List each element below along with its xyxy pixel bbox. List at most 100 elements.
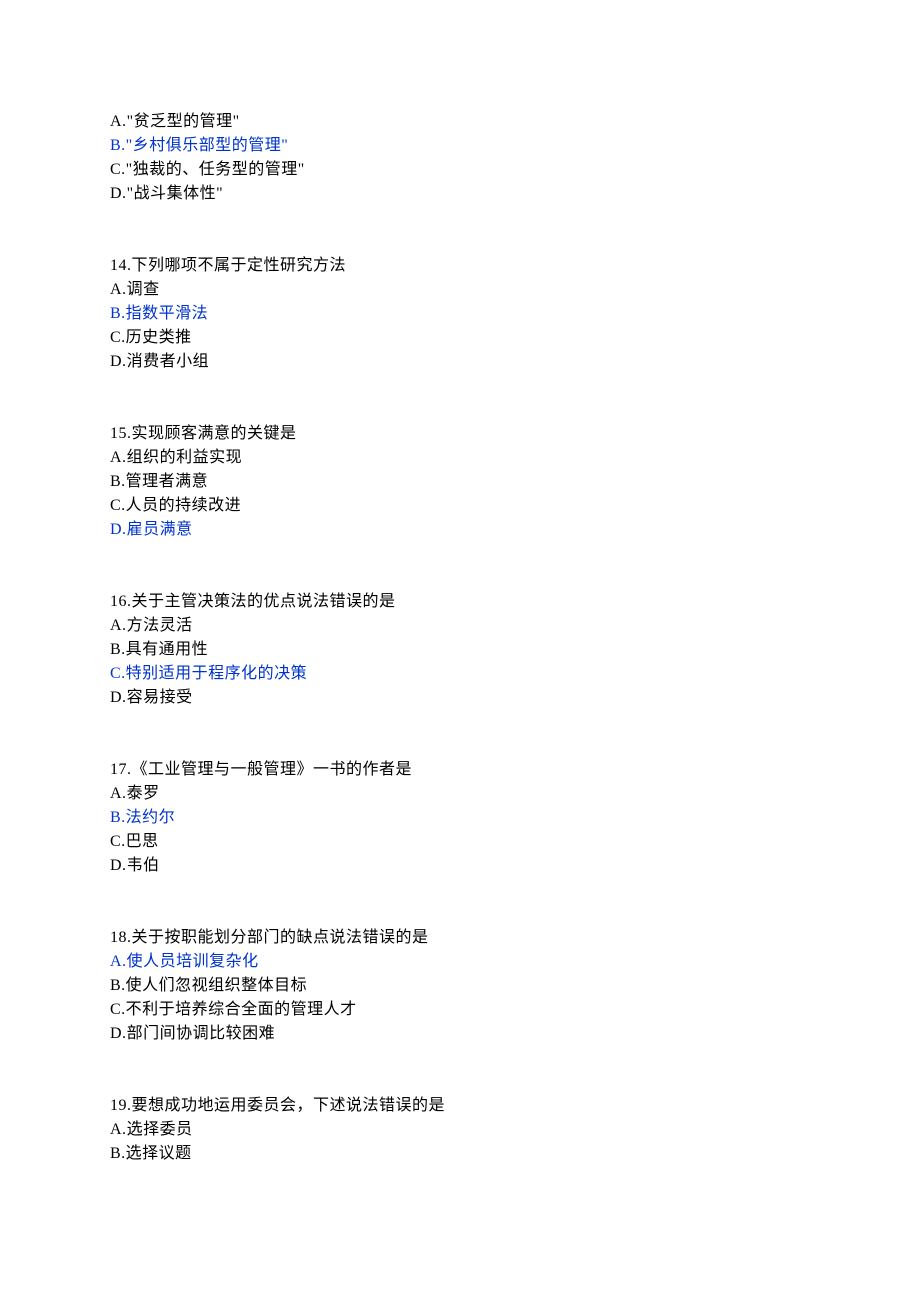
question-text: 要想成功地运用委员会，下述说法错误的是 bbox=[132, 1097, 446, 1114]
option-label: B. bbox=[110, 641, 126, 658]
question-number: 15. bbox=[110, 425, 132, 442]
option-text: 人员的持续改进 bbox=[126, 497, 242, 514]
question-19: 19.要想成功地运用委员会，下述说法错误的是 A.选择委员 B.选择议题 bbox=[110, 1094, 810, 1166]
option-label: C. bbox=[110, 161, 126, 178]
option-d: D.韦伯 bbox=[110, 854, 810, 878]
option-text: 组织的利益实现 bbox=[127, 449, 243, 466]
question-stem: 19.要想成功地运用委员会，下述说法错误的是 bbox=[110, 1094, 810, 1118]
option-c: C.人员的持续改进 bbox=[110, 494, 810, 518]
question-16: 16.关于主管决策法的优点说法错误的是 A.方法灵活 B.具有通用性 C.特别适… bbox=[110, 590, 810, 710]
option-d: D.部门间协调比较困难 bbox=[110, 1022, 810, 1046]
option-b: B.指数平滑法 bbox=[110, 302, 810, 326]
question-stem: 16.关于主管决策法的优点说法错误的是 bbox=[110, 590, 810, 614]
question-text: 下列哪项不属于定性研究方法 bbox=[132, 257, 347, 274]
option-c: C.不利于培养综合全面的管理人才 bbox=[110, 998, 810, 1022]
option-label: A. bbox=[110, 617, 127, 634]
option-c: C.历史类推 bbox=[110, 326, 810, 350]
option-label: B. bbox=[110, 1145, 126, 1162]
option-a: A.调查 bbox=[110, 278, 810, 302]
option-a: A."贫乏型的管理" bbox=[110, 110, 810, 134]
question-stem: 17.《工业管理与一般管理》一书的作者是 bbox=[110, 758, 810, 782]
option-text: 使人们忽视组织整体目标 bbox=[126, 977, 308, 994]
option-text: 选择议题 bbox=[126, 1145, 192, 1162]
question-stem: 15.实现顾客满意的关键是 bbox=[110, 422, 810, 446]
option-text: 雇员满意 bbox=[127, 521, 193, 538]
question-number: 14. bbox=[110, 257, 132, 274]
option-label: A. bbox=[110, 113, 127, 130]
option-label: B. bbox=[110, 809, 126, 826]
option-label: C. bbox=[110, 833, 126, 850]
question-text: 《工业管理与一般管理》一书的作者是 bbox=[132, 761, 413, 778]
question-18: 18.关于按职能划分部门的缺点说法错误的是 A.使人员培训复杂化 B.使人们忽视… bbox=[110, 926, 810, 1046]
option-d: D.消费者小组 bbox=[110, 350, 810, 374]
option-label: D. bbox=[110, 689, 127, 706]
question-17: 17.《工业管理与一般管理》一书的作者是 A.泰罗 B.法约尔 C.巴思 D.韦… bbox=[110, 758, 810, 878]
option-text: 巴思 bbox=[126, 833, 159, 850]
option-label: D. bbox=[110, 857, 127, 874]
question-text: 关于按职能划分部门的缺点说法错误的是 bbox=[132, 929, 429, 946]
option-label: C. bbox=[110, 329, 126, 346]
option-text: 韦伯 bbox=[127, 857, 160, 874]
option-b: B."乡村俱乐部型的管理" bbox=[110, 134, 810, 158]
option-label: D. bbox=[110, 521, 127, 538]
option-label: A. bbox=[110, 953, 127, 970]
option-label: C. bbox=[110, 665, 126, 682]
question-number: 17. bbox=[110, 761, 132, 778]
option-a: A.组织的利益实现 bbox=[110, 446, 810, 470]
option-d: D.雇员满意 bbox=[110, 518, 810, 542]
question-stem: 18.关于按职能划分部门的缺点说法错误的是 bbox=[110, 926, 810, 950]
option-label: C. bbox=[110, 1001, 126, 1018]
option-b: B.具有通用性 bbox=[110, 638, 810, 662]
question-15: 15.实现顾客满意的关键是 A.组织的利益实现 B.管理者满意 C.人员的持续改… bbox=[110, 422, 810, 542]
option-text: "乡村俱乐部型的管理" bbox=[126, 137, 289, 154]
option-text: "独裁的、任务型的管理" bbox=[126, 161, 305, 178]
option-b: B.管理者满意 bbox=[110, 470, 810, 494]
option-label: A. bbox=[110, 449, 127, 466]
option-text: 历史类推 bbox=[126, 329, 192, 346]
option-text: 消费者小组 bbox=[127, 353, 210, 370]
option-text: 部门间协调比较困难 bbox=[127, 1025, 276, 1042]
option-b: B.使人们忽视组织整体目标 bbox=[110, 974, 810, 998]
option-text: 容易接受 bbox=[127, 689, 193, 706]
option-text: "战斗集体性" bbox=[127, 185, 224, 202]
option-label: C. bbox=[110, 497, 126, 514]
option-label: A. bbox=[110, 785, 127, 802]
option-a: A.选择委员 bbox=[110, 1118, 810, 1142]
option-b: B.选择议题 bbox=[110, 1142, 810, 1166]
option-label: D. bbox=[110, 353, 127, 370]
option-d: D."战斗集体性" bbox=[110, 182, 810, 206]
option-label: B. bbox=[110, 305, 126, 322]
option-text: 不利于培养综合全面的管理人才 bbox=[126, 1001, 357, 1018]
option-b: B.法约尔 bbox=[110, 806, 810, 830]
option-c: C.特别适用于程序化的决策 bbox=[110, 662, 810, 686]
option-text: 具有通用性 bbox=[126, 641, 209, 658]
question-number: 16. bbox=[110, 593, 132, 610]
question-stem: 14.下列哪项不属于定性研究方法 bbox=[110, 254, 810, 278]
option-text: 选择委员 bbox=[127, 1121, 193, 1138]
question-text: 实现顾客满意的关键是 bbox=[132, 425, 297, 442]
option-text: 使人员培训复杂化 bbox=[127, 953, 259, 970]
option-text: "贫乏型的管理" bbox=[127, 113, 240, 130]
option-text: 泰罗 bbox=[127, 785, 160, 802]
option-c: C.巴思 bbox=[110, 830, 810, 854]
option-label: A. bbox=[110, 1121, 127, 1138]
option-label: D. bbox=[110, 185, 127, 202]
option-c: C."独裁的、任务型的管理" bbox=[110, 158, 810, 182]
option-a: A.方法灵活 bbox=[110, 614, 810, 638]
option-text: 调查 bbox=[127, 281, 160, 298]
option-label: D. bbox=[110, 1025, 127, 1042]
question-13-partial: A."贫乏型的管理" B."乡村俱乐部型的管理" C."独裁的、任务型的管理" … bbox=[110, 110, 810, 206]
option-a: A.泰罗 bbox=[110, 782, 810, 806]
option-d: D.容易接受 bbox=[110, 686, 810, 710]
question-number: 18. bbox=[110, 929, 132, 946]
option-label: A. bbox=[110, 281, 127, 298]
question-text: 关于主管决策法的优点说法错误的是 bbox=[132, 593, 396, 610]
question-14: 14.下列哪项不属于定性研究方法 A.调查 B.指数平滑法 C.历史类推 D.消… bbox=[110, 254, 810, 374]
question-number: 19. bbox=[110, 1097, 132, 1114]
option-text: 指数平滑法 bbox=[126, 305, 209, 322]
option-label: B. bbox=[110, 977, 126, 994]
option-text: 方法灵活 bbox=[127, 617, 193, 634]
option-a: A.使人员培训复杂化 bbox=[110, 950, 810, 974]
option-text: 特别适用于程序化的决策 bbox=[126, 665, 308, 682]
option-text: 法约尔 bbox=[126, 809, 176, 826]
